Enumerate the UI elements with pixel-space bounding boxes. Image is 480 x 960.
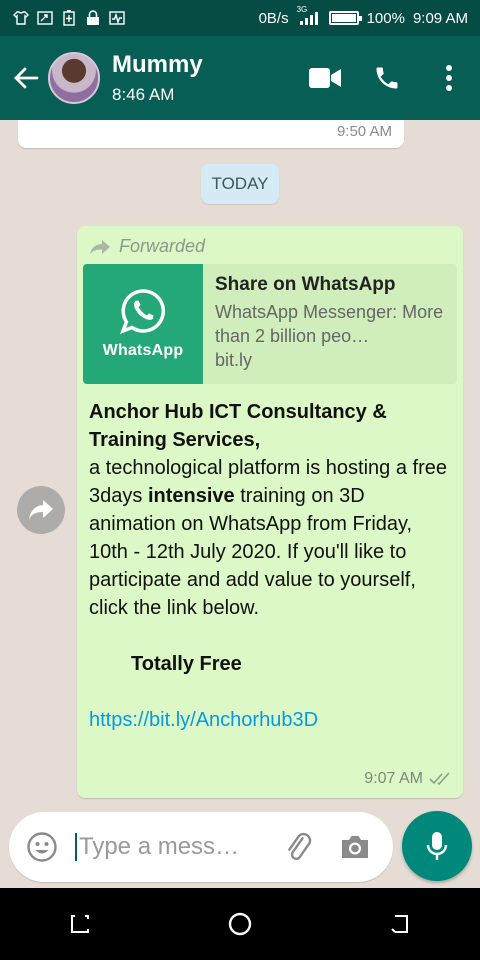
forwarded-label: Forwarded — [89, 236, 205, 257]
recents-button[interactable] — [50, 894, 110, 954]
battery-saver-icon — [60, 10, 78, 26]
link-preview-title: Share on WhatsApp — [215, 274, 396, 295]
forward-message-button[interactable] — [17, 486, 65, 534]
battery-fill — [331, 14, 356, 22]
battery-percent: 100% — [366, 9, 405, 27]
message-body-bold: intensive — [147, 485, 235, 507]
message-composer — [9, 812, 393, 882]
link-preview-image-caption: WhatsApp — [102, 342, 184, 359]
status-bar: 0B/s 3G 100% 9:09 AM — [0, 0, 480, 36]
camera-icon — [342, 836, 368, 858]
network-type: 3G — [296, 5, 308, 14]
chat-area[interactable]: 9:50 AM TODAY Forwarded WhatsApp Share o… — [0, 120, 480, 808]
signal-icon: 3G — [297, 5, 321, 26]
link-preview-domain: bit.ly — [215, 350, 253, 370]
voice-message-button[interactable] — [402, 811, 472, 881]
last-seen: 8:46 AM — [112, 85, 175, 104]
whatsapp-logo-icon — [120, 289, 166, 334]
back-nav-icon — [391, 915, 408, 933]
home-button[interactable] — [210, 894, 270, 954]
voice-call-icon — [376, 67, 398, 89]
recents-icon — [71, 915, 89, 933]
screen-cast-icon — [36, 10, 54, 26]
more-options-icon — [446, 65, 452, 91]
shirt-icon — [12, 10, 30, 26]
back-nav-button[interactable] — [370, 894, 430, 954]
network-speed: 0B/s — [258, 9, 289, 27]
message-bubble[interactable]: Forwarded WhatsApp Share on WhatsApp Wha… — [77, 226, 463, 798]
message-meta: 9:07 AM — [364, 770, 451, 788]
attach-button[interactable] — [271, 819, 327, 875]
home-icon — [228, 912, 252, 936]
message-body: a technological platform is hosting a fr… — [89, 454, 449, 622]
double-check-icon — [429, 772, 450, 786]
avatar[interactable] — [48, 52, 100, 104]
forwarded-text: Forwarded — [119, 236, 206, 256]
message-time: 9:07 AM — [364, 770, 423, 787]
lock-icon — [84, 10, 102, 26]
message-highlight: Totally Free — [131, 653, 242, 675]
video-call-icon — [309, 68, 341, 88]
more-options-button[interactable] — [418, 48, 480, 108]
activity-icon — [108, 10, 126, 26]
camera-button[interactable] — [327, 819, 383, 875]
contact-name: Mummy — [112, 51, 203, 78]
message-input[interactable] — [75, 833, 255, 861]
emoji-button[interactable] — [13, 818, 71, 876]
message-link[interactable]: https://bit.ly/Anchorhub3D — [89, 706, 449, 734]
chat-header: Mummy 8:46 AM — [0, 36, 480, 120]
message-text: Anchor Hub ICT Consultancy & Training Se… — [89, 398, 449, 734]
contact-info[interactable]: Mummy 8:46 AM — [112, 51, 203, 105]
message-heading: Anchor Hub ICT Consultancy & Training Se… — [89, 401, 387, 451]
voice-call-button[interactable] — [356, 48, 418, 108]
forward-arrow-icon — [29, 500, 53, 520]
paperclip-icon — [288, 832, 312, 860]
date-divider: TODAY — [201, 164, 279, 204]
forwarded-icon — [90, 239, 110, 254]
previous-message-time: 9:50 AM — [336, 123, 392, 140]
battery-icon — [328, 11, 362, 25]
microphone-icon — [426, 832, 448, 860]
link-preview-image: WhatsApp — [83, 264, 203, 384]
system-nav-bar — [0, 888, 480, 960]
emoji-icon — [27, 832, 57, 862]
back-arrow-icon — [14, 67, 39, 89]
link-preview-description: WhatsApp Messenger: More than 2 billion … — [215, 302, 444, 346]
link-preview[interactable]: WhatsApp Share on WhatsApp WhatsApp Mess… — [83, 264, 457, 384]
previous-message[interactable]: 9:50 AM — [18, 120, 404, 148]
clock: 9:09 AM — [412, 9, 468, 27]
back-button[interactable] — [4, 56, 48, 100]
video-call-button[interactable] — [294, 48, 356, 108]
